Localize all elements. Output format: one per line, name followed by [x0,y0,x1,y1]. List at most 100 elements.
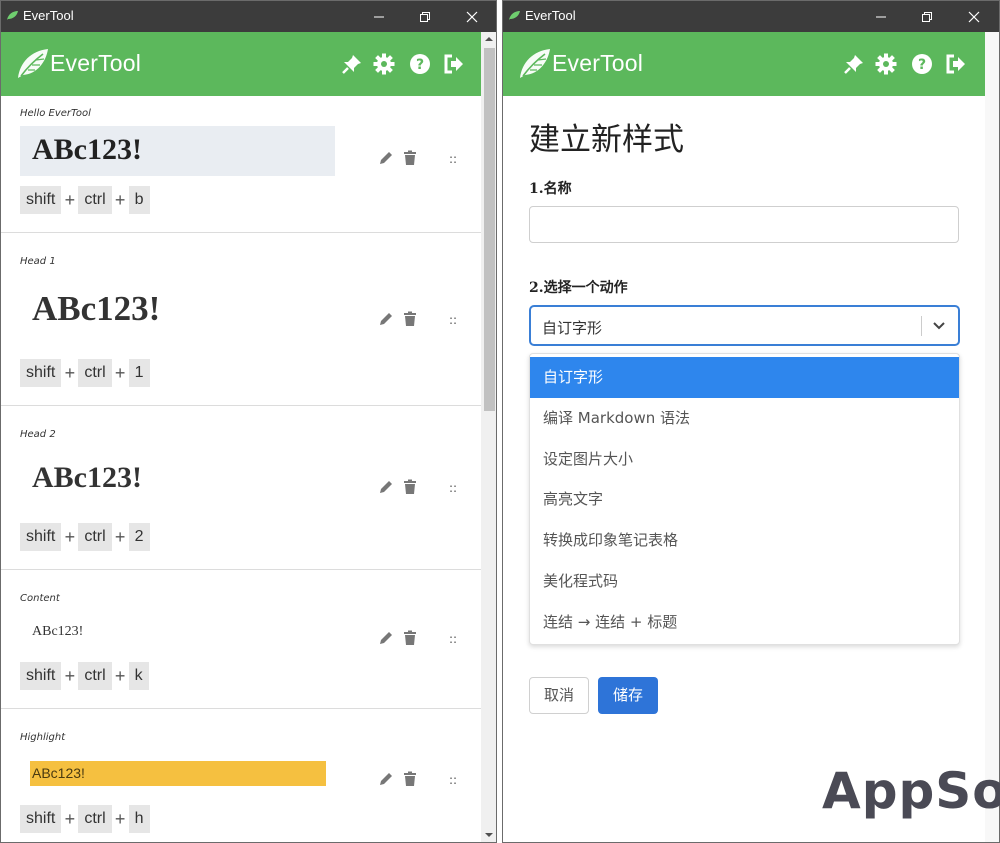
pencil-icon[interactable] [378,150,394,166]
gear-icon[interactable] [875,53,897,75]
pencil-icon[interactable] [378,479,394,495]
watermark: AppSo [822,762,1000,820]
trash-icon[interactable] [402,630,418,646]
minimize-icon [876,16,886,18]
drag-handle-icon[interactable]: :: [449,773,459,787]
style-name: Highlight [20,732,66,743]
dropdown-option[interactable]: 美化程式码 [530,561,959,602]
dropdown-option[interactable]: 设定图片大小 [530,439,959,480]
trash-icon[interactable] [402,150,418,166]
restore-icon [420,12,430,22]
gear-icon[interactable] [373,53,395,75]
style-name: Head 1 [20,256,56,267]
style-name: Hello EverTool [20,108,91,119]
minimize-button[interactable] [356,1,402,32]
save-button[interactable]: 储存 [598,677,658,714]
sign-out-icon[interactable] [443,53,465,75]
chevron-down-icon[interactable] [932,318,946,332]
title-bar[interactable]: EverTool [1,1,496,32]
evertool-window-right: EverTool EverTool ? 建立新样式 1.名称 2.选择一个动作 … [502,0,1000,843]
dropdown-option[interactable]: 高亮文字 [530,479,959,520]
shortcut-keys: shift + ctrl + h [20,805,150,833]
leaf-icon [18,49,48,78]
action-label: 2.选择一个动作 [529,280,628,296]
sample-text: ABc123! [32,461,142,494]
key-shift: shift [20,186,62,214]
style-card-hello[interactable]: Hello EverTool ABc123! :: shift + ctrl +… [1,96,481,233]
key-ctrl: ctrl [78,662,112,690]
window-title: EverTool [23,8,74,23]
leaf-icon [509,11,520,20]
title-bar[interactable]: EverTool [503,1,999,32]
key-shift: shift [20,523,62,551]
shortcut-keys: shift + ctrl + 2 [20,523,150,551]
sample-text: ABc123! [32,289,161,328]
dropdown-option[interactable]: 编译 Markdown 语法 [530,398,959,439]
scroll-down-arrow[interactable] [485,833,493,837]
plus-sign: + [114,362,126,383]
scroll-thumb[interactable] [484,48,495,411]
key-letter: k [128,662,149,690]
drag-handle-icon[interactable]: :: [449,313,459,327]
key-letter: 2 [128,523,150,551]
dropdown-option[interactable]: 转换成印象笔记表格 [530,520,959,561]
pin-icon[interactable] [341,53,363,75]
key-ctrl: ctrl [78,523,112,551]
leaf-icon [520,49,550,78]
trash-icon[interactable] [402,479,418,495]
dropdown-option[interactable]: 自订字形 [530,357,959,398]
drag-handle-icon[interactable]: :: [449,632,459,646]
scroll-up-arrow[interactable] [485,37,493,41]
key-letter: b [128,186,150,214]
trash-icon[interactable] [402,771,418,787]
leaf-icon [7,11,18,20]
action-dropdown-menu: 自订字形 编译 Markdown 语法 设定图片大小 高亮文字 转换成印象笔记表… [529,353,960,645]
drag-handle-icon[interactable]: :: [449,481,459,495]
restore-button[interactable] [402,1,448,32]
key-ctrl: ctrl [78,359,112,387]
sample-text: ABc123! [32,133,142,166]
key-ctrl: ctrl [78,186,112,214]
pencil-icon[interactable] [378,630,394,646]
app-header: EverTool ? [1,32,481,96]
plus-sign: + [64,362,76,383]
key-letter: h [128,805,150,833]
plus-sign: + [64,526,76,547]
sample-text: ABc123! [32,765,85,781]
window-title: EverTool [525,8,576,23]
name-label: 1.名称 [529,181,572,197]
help-icon[interactable]: ? [409,53,431,75]
scrollbar[interactable] [481,32,496,842]
app-header: EverTool ? [503,32,985,96]
plus-sign: + [114,665,126,686]
plus-sign: + [64,189,76,210]
restore-button[interactable] [904,1,950,32]
sign-out-icon[interactable] [945,53,967,75]
close-button[interactable] [951,1,997,32]
help-icon[interactable]: ? [911,53,933,75]
select-separator [921,316,922,336]
pencil-icon[interactable] [378,771,394,787]
minimize-icon [374,16,384,18]
sample-text: ABc123! [32,624,84,639]
key-ctrl: ctrl [78,805,112,833]
pin-icon[interactable] [843,53,865,75]
shortcut-keys: shift + ctrl + k [20,662,149,690]
pencil-icon[interactable] [378,311,394,327]
evertool-window-left: EverTool EverTool ? Hello EverTool ABc12… [0,0,497,843]
restore-icon [922,12,932,22]
trash-icon[interactable] [402,311,418,327]
action-select-value: 自订字形 [542,319,603,337]
plus-sign: + [114,526,126,547]
cancel-button[interactable]: 取消 [529,677,589,714]
shortcut-keys: shift + ctrl + b [20,186,150,214]
dropdown-option[interactable]: 连结 → 连结 + 标题 [530,602,959,643]
svg-text:?: ? [918,57,926,73]
name-input[interactable] [529,206,959,243]
close-button[interactable] [449,1,495,32]
scrollbar[interactable] [985,32,999,842]
plus-sign: + [114,808,126,829]
minimize-button[interactable] [858,1,904,32]
action-select[interactable]: 自订字形 [529,305,960,346]
drag-handle-icon[interactable]: :: [449,152,459,166]
